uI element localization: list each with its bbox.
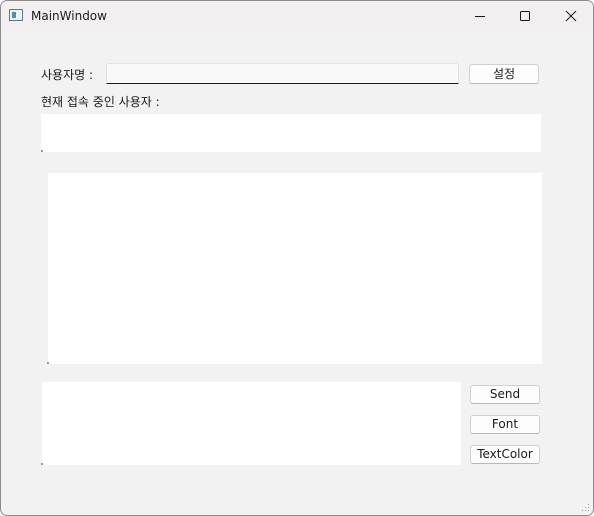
username-input[interactable] [106, 63, 459, 84]
online-users-label: 현재 접속 중인 사용자 : [41, 95, 160, 109]
chat-corner-mark [47, 362, 49, 364]
list-corner-mark [41, 150, 43, 152]
minimize-icon [475, 16, 485, 17]
username-label: 사용자명 : [41, 68, 94, 82]
message-input[interactable] [42, 382, 461, 465]
window-title: MainWindow [31, 9, 107, 23]
set-username-button[interactable]: 설정 [469, 64, 539, 84]
text-color-button[interactable]: TextColor [470, 445, 540, 464]
maximize-button[interactable] [502, 1, 548, 32]
main-window: MainWindow 사용자명 : 설정 현재 접속 중인 사용자 : Send… [0, 0, 594, 516]
minimize-button[interactable] [456, 1, 502, 32]
font-button[interactable]: Font [470, 415, 540, 434]
maximize-icon [520, 11, 530, 21]
send-button[interactable]: Send [470, 385, 540, 404]
close-icon [565, 10, 577, 22]
close-button[interactable] [548, 1, 593, 32]
app-window-icon [9, 9, 23, 21]
chat-log-view[interactable] [48, 173, 542, 364]
input-corner-mark [41, 463, 43, 465]
resize-grip-icon[interactable] [581, 503, 590, 512]
title-bar[interactable]: MainWindow [1, 1, 593, 32]
online-users-list[interactable] [41, 114, 541, 152]
